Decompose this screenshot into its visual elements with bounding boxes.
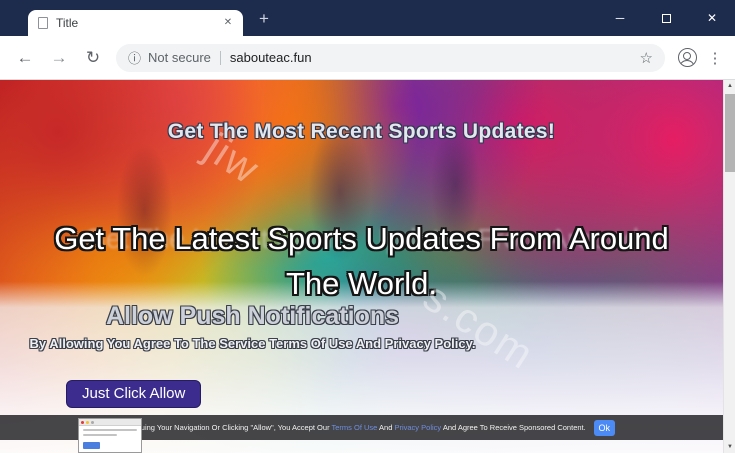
mini-text-line [83, 434, 117, 436]
push-notifications-subtitle: By Allowing You Agree To The Service Ter… [0, 336, 505, 351]
mini-close-dot [81, 421, 84, 424]
mini-allow-button [83, 442, 100, 449]
close-button[interactable]: ✕ [689, 0, 735, 36]
browser-tab[interactable]: Title ✕ [28, 10, 243, 36]
mini-maximize-dot [91, 421, 94, 424]
refresh-button[interactable]: ↻ [79, 44, 107, 72]
address-divider [220, 51, 221, 65]
title-bar: Title ✕ + ─ ✕ [0, 0, 735, 36]
just-click-allow-button[interactable]: Just Click Allow [66, 380, 201, 408]
profile-button[interactable] [673, 44, 701, 72]
terms-of-use-link[interactable]: Terms Of Use [332, 423, 378, 432]
bookmark-star-icon[interactable]: ☆ [640, 49, 653, 67]
mini-minimize-dot [86, 421, 89, 424]
consent-part3: And Agree To Receive Sponsored Content. [441, 423, 586, 432]
mini-browser-screenshot [78, 418, 142, 453]
page-heading: Get The Most Recent Sports Updates! [0, 120, 723, 144]
mini-text-line [83, 429, 137, 431]
tab-close-icon[interactable]: ✕ [220, 15, 236, 31]
minimize-button[interactable]: ─ [597, 0, 643, 36]
page-content: Get The Most Recent Sports Updates! Get … [0, 80, 735, 453]
page-icon [38, 17, 48, 29]
consent-part2: And [377, 423, 394, 432]
forward-button[interactable]: → [45, 44, 73, 72]
main-message-line1: Get The Latest Sports Updates From Aroun… [0, 216, 723, 261]
navigation-bar: ← → ↻ ⓘ Not secure sabouteac.fun ☆ ⋮ [0, 36, 735, 80]
tab-title: Title [56, 16, 220, 30]
maximize-button[interactable] [643, 0, 689, 36]
mini-browser-titlebar [79, 419, 141, 426]
privacy-policy-link[interactable]: Privacy Policy [394, 423, 441, 432]
push-notifications-title: Allow Push Notifications [0, 302, 505, 331]
vertical-scrollbar[interactable]: ▲ ▼ [723, 80, 735, 453]
scroll-down-icon[interactable]: ▼ [724, 441, 735, 453]
main-message: Get The Latest Sports Updates From Aroun… [0, 216, 723, 306]
scrollbar-thumb[interactable] [725, 94, 735, 172]
window-controls: ─ ✕ [597, 0, 735, 36]
site-info-icon[interactable]: ⓘ [128, 48, 141, 67]
ok-button[interactable]: Ok [594, 420, 615, 436]
main-message-line2: The World. [0, 261, 723, 306]
consent-text: By Continuing Your Navigation Or Clickin… [108, 423, 585, 432]
browser-window: Title ✕ + ─ ✕ ← → ↻ ⓘ Not secure saboute… [0, 0, 735, 453]
security-label: Not secure [148, 50, 211, 65]
maximize-icon [662, 14, 671, 23]
url-text: sabouteac.fun [230, 50, 312, 65]
browser-menu-icon[interactable]: ⋮ [703, 49, 727, 67]
scroll-up-icon[interactable]: ▲ [724, 80, 735, 92]
address-bar[interactable]: ⓘ Not secure sabouteac.fun ☆ [116, 44, 665, 72]
back-button[interactable]: ← [11, 44, 39, 72]
new-tab-button[interactable]: + [252, 8, 276, 30]
profile-icon [678, 48, 697, 67]
